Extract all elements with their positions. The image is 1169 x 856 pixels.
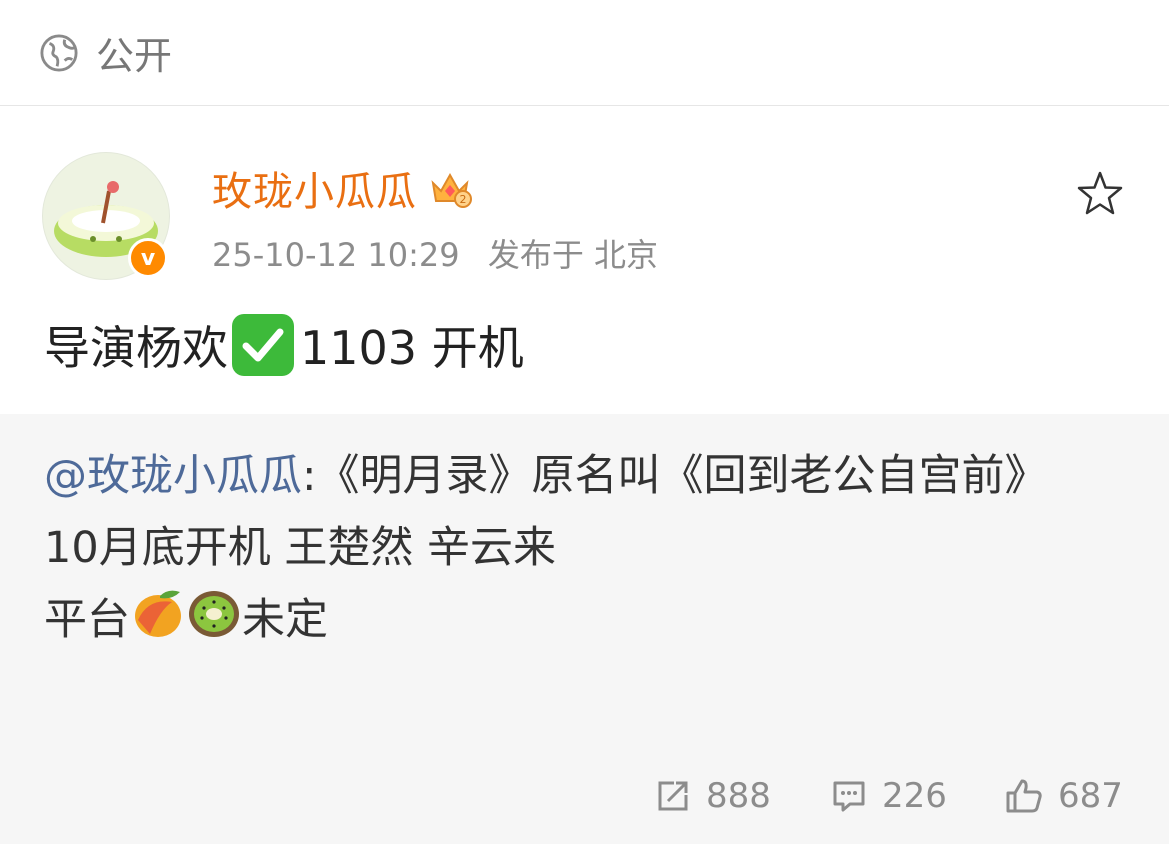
mango-icon <box>135 590 181 637</box>
repost-icon <box>658 781 688 811</box>
kiwi-icon <box>189 591 239 637</box>
location-prefix: 发布于 <box>487 236 584 274</box>
post-content: 导演杨欢 1103 开机 <box>44 312 524 378</box>
like-count: 687 <box>1058 776 1123 816</box>
repost-mention[interactable]: @玫珑小瓜瓜 <box>44 451 302 501</box>
post-meta: 25-10-12 10:29 发布于 北京 <box>212 230 658 276</box>
like-button[interactable]: 687 <box>1004 768 1123 824</box>
thumbs-up-icon <box>1006 779 1042 813</box>
post-location: 北京 <box>594 236 659 274</box>
repost-line-1: :《明月录》原名叫《回到老公自宫前》 <box>302 451 1048 501</box>
globe-icon <box>40 33 78 72</box>
svg-text:2: 2 <box>460 193 467 206</box>
repost-line-2: 10月底开机 王楚然 辛云来 <box>44 523 557 573</box>
content-text-after: 1103 开机 <box>300 321 524 375</box>
check-mark-icon <box>232 314 294 376</box>
visibility-bar[interactable]: 公开 <box>0 0 1169 106</box>
content-text-before: 导演杨欢 <box>44 321 228 375</box>
comment-button[interactable]: 226 <box>830 768 947 824</box>
repost-line-3-before: 平台 <box>44 595 130 645</box>
repost-count: 888 <box>706 776 771 816</box>
avatar[interactable]: v <box>42 152 170 280</box>
visibility-label: 公开 <box>96 34 173 78</box>
repost-button[interactable]: 888 <box>654 768 771 824</box>
post-timestamp: 25-10-12 10:29 <box>212 236 460 274</box>
repost-text: @玫珑小瓜瓜:《明月录》原名叫《回到老公自宫前》 10月底开机 王楚然 辛云来 … <box>44 440 1124 656</box>
repost-line-3-after: 未定 <box>242 595 328 645</box>
star-icon[interactable] <box>1074 168 1126 220</box>
author-name[interactable]: 玫珑小瓜瓜 <box>212 159 417 217</box>
comment-count: 226 <box>882 776 947 816</box>
crown-badge-icon: 2 <box>431 172 472 208</box>
comment-icon <box>833 781 865 812</box>
verified-badge-icon: v <box>128 238 168 278</box>
